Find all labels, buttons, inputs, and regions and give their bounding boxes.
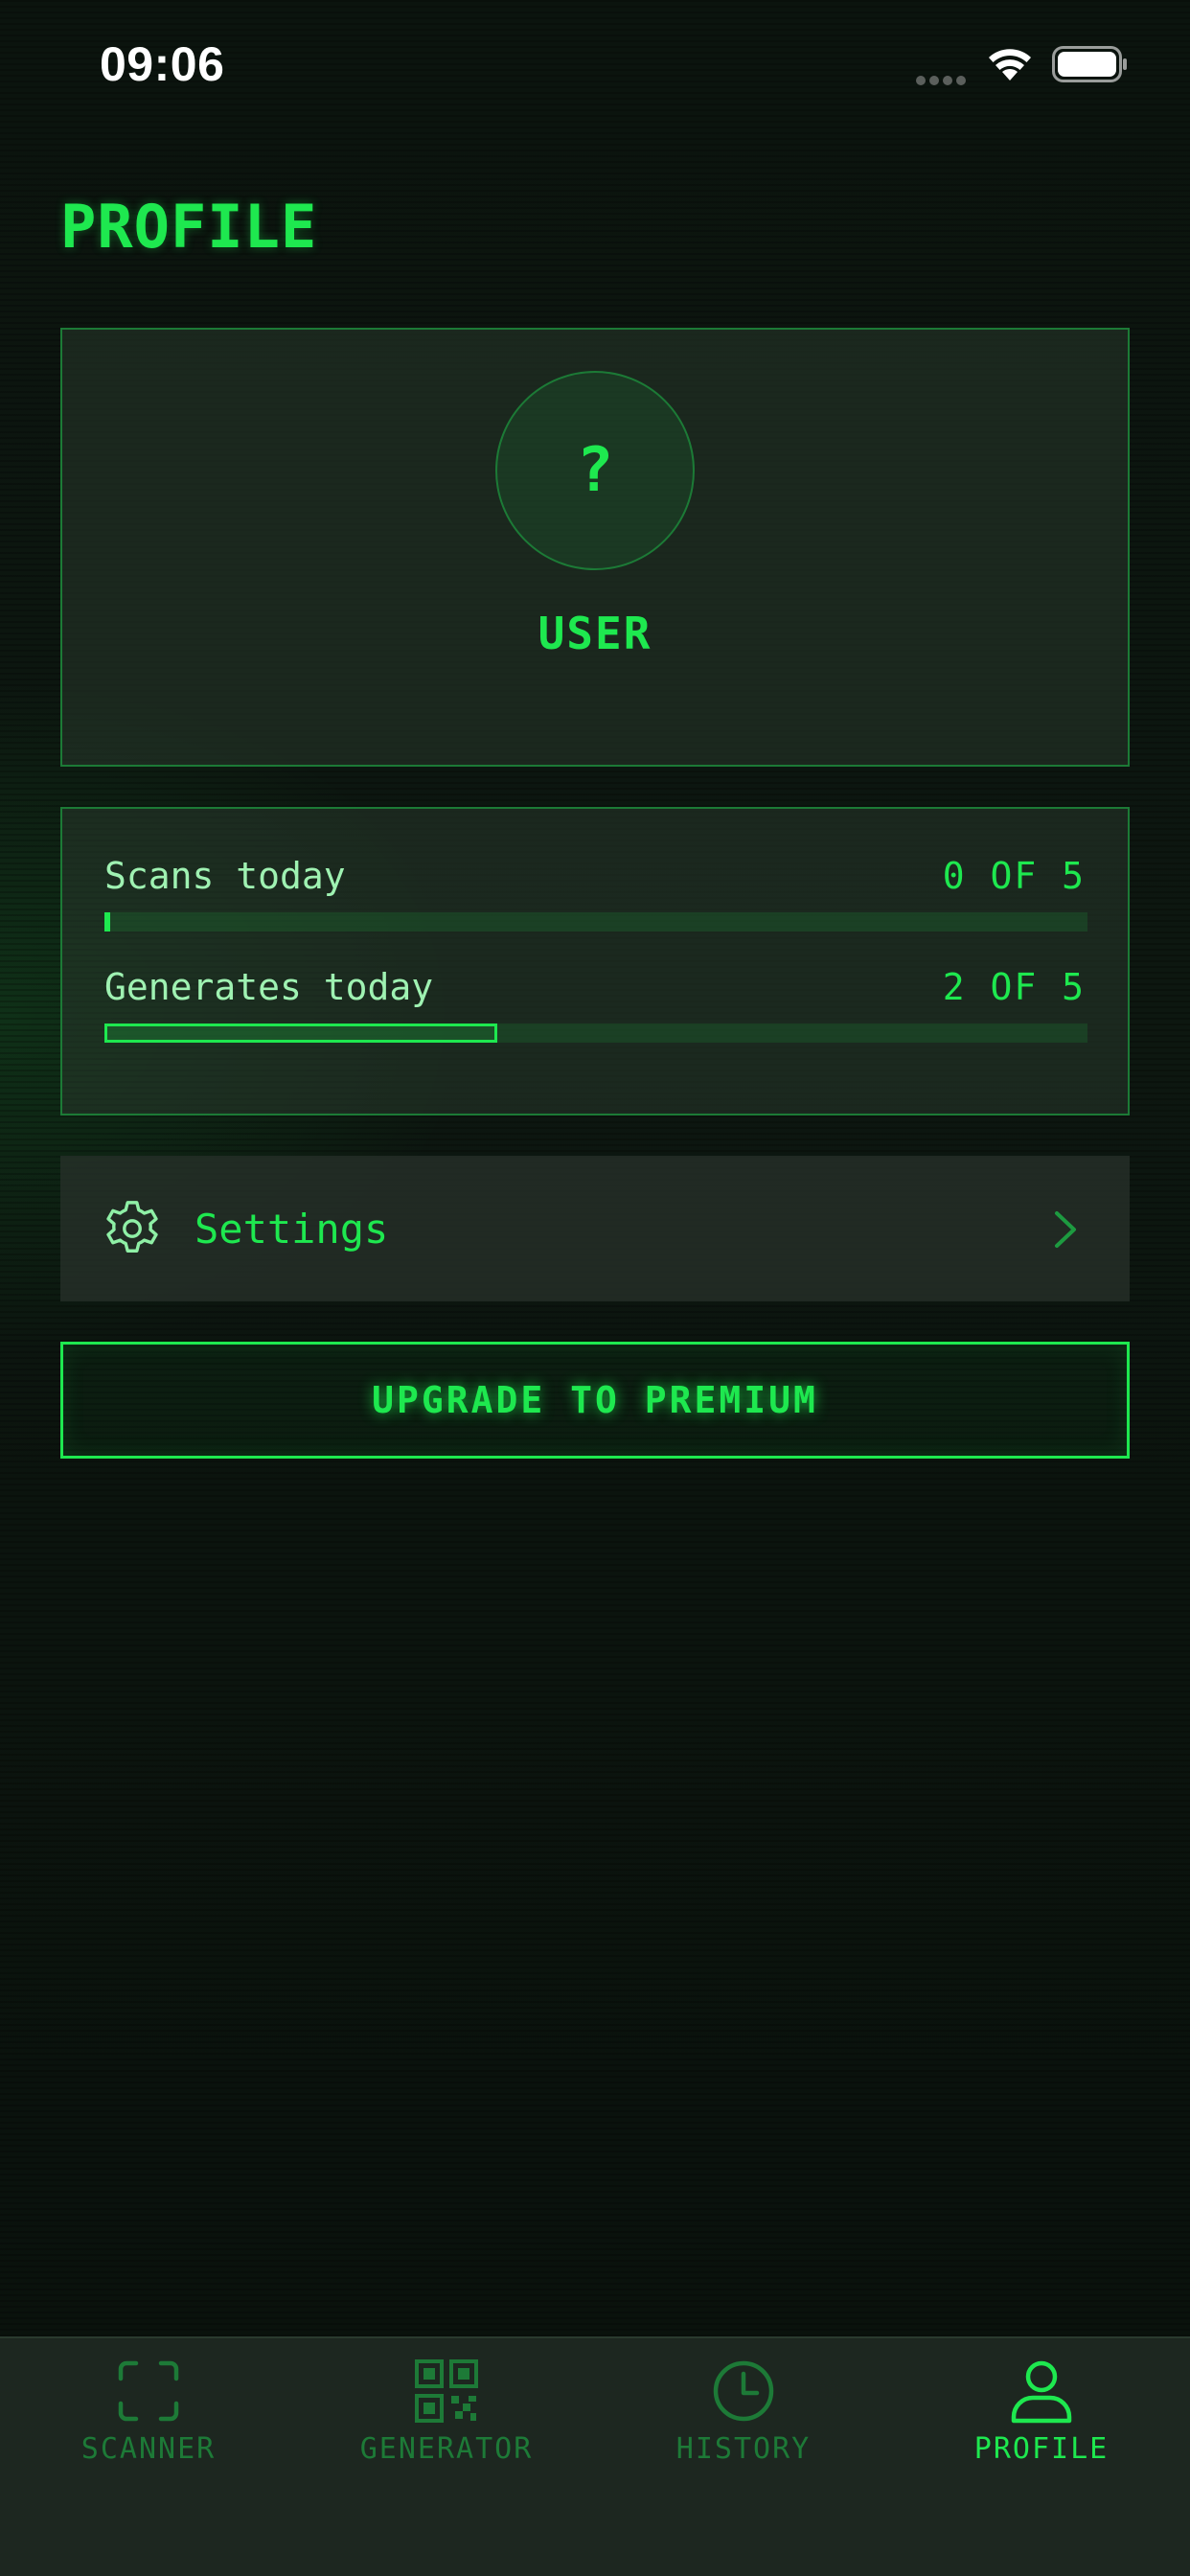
generates-progress-track [104, 1024, 1087, 1043]
qr-code-icon [415, 2359, 478, 2423]
scans-today-label: Scans today [104, 855, 346, 897]
generates-progress-fill [104, 1024, 498, 1043]
scans-today-value: 0 OF 5 [942, 855, 1086, 897]
username: USER [538, 608, 652, 659]
generates-today-value: 2 OF 5 [942, 966, 1086, 1008]
cellular-signal-icon [916, 71, 970, 85]
upgrade-button-label: UPGRADE TO PREMIUM [372, 1379, 818, 1421]
avatar-placeholder: ? [576, 435, 614, 506]
status-time: 09:06 [100, 37, 225, 91]
gear-icon [106, 1201, 158, 1253]
scans-progress-fill [104, 912, 110, 932]
tab-generator[interactable]: GENERATOR [298, 2358, 595, 2511]
chevron-right-icon [1055, 1211, 1076, 1248]
page-title: PROFILE [60, 192, 318, 262]
usage-card: Scans today 0 OF 5 Generates today 2 OF … [60, 807, 1130, 1116]
avatar[interactable]: ? [495, 371, 695, 570]
tab-bar: SCANNER GENERATOR HISTORY PROFILE [0, 2336, 1190, 2576]
scans-progress-track [104, 912, 1087, 932]
person-icon [1011, 2360, 1072, 2424]
tab-history-label: HISTORY [675, 2432, 812, 2466]
status-bar: 09:06 [0, 0, 1190, 134]
settings-row[interactable]: Settings [60, 1156, 1130, 1301]
upgrade-to-premium-button[interactable]: UPGRADE TO PREMIUM [60, 1342, 1130, 1459]
tab-history[interactable]: HISTORY [595, 2358, 892, 2511]
profile-card: ? USER [60, 328, 1130, 767]
tab-generator-label: GENERATOR [359, 2432, 534, 2466]
battery-icon [1052, 46, 1127, 82]
wifi-icon [989, 49, 1031, 80]
tab-scanner-label: SCANNER [80, 2432, 217, 2466]
tab-profile-label: PROFILE [973, 2432, 1110, 2466]
generates-today-label: Generates today [104, 966, 434, 1008]
tab-profile[interactable]: PROFILE [893, 2358, 1190, 2511]
scanner-frame-icon [118, 2360, 179, 2422]
clock-icon [713, 2360, 774, 2422]
tab-scanner[interactable]: SCANNER [0, 2358, 297, 2511]
settings-label: Settings [195, 1206, 389, 1253]
